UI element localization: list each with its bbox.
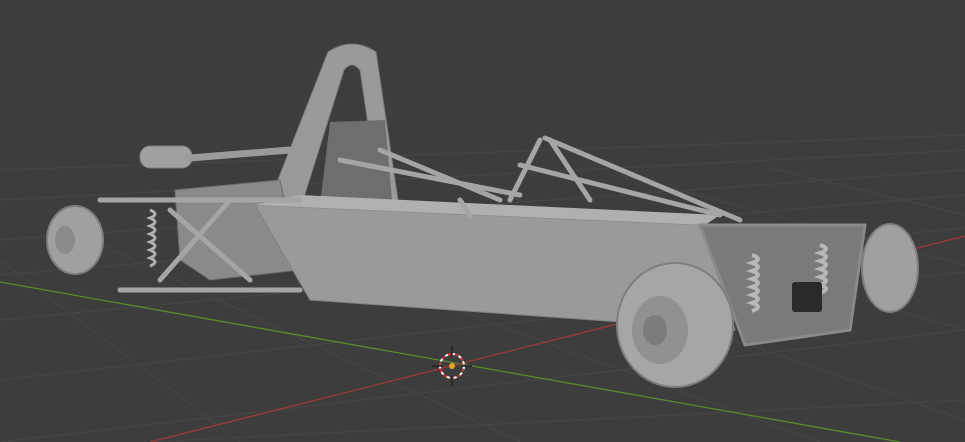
damper-unit [792, 282, 822, 312]
chassis-model[interactable] [46, 43, 919, 388]
coil-spring-left [145, 208, 157, 268]
3d-cursor-icon[interactable] [432, 346, 472, 386]
rear-brake-disc-far [861, 223, 919, 313]
exhaust-pipe [139, 145, 193, 169]
3d-viewport[interactable] [0, 0, 965, 442]
origin-dot-icon [449, 363, 455, 369]
